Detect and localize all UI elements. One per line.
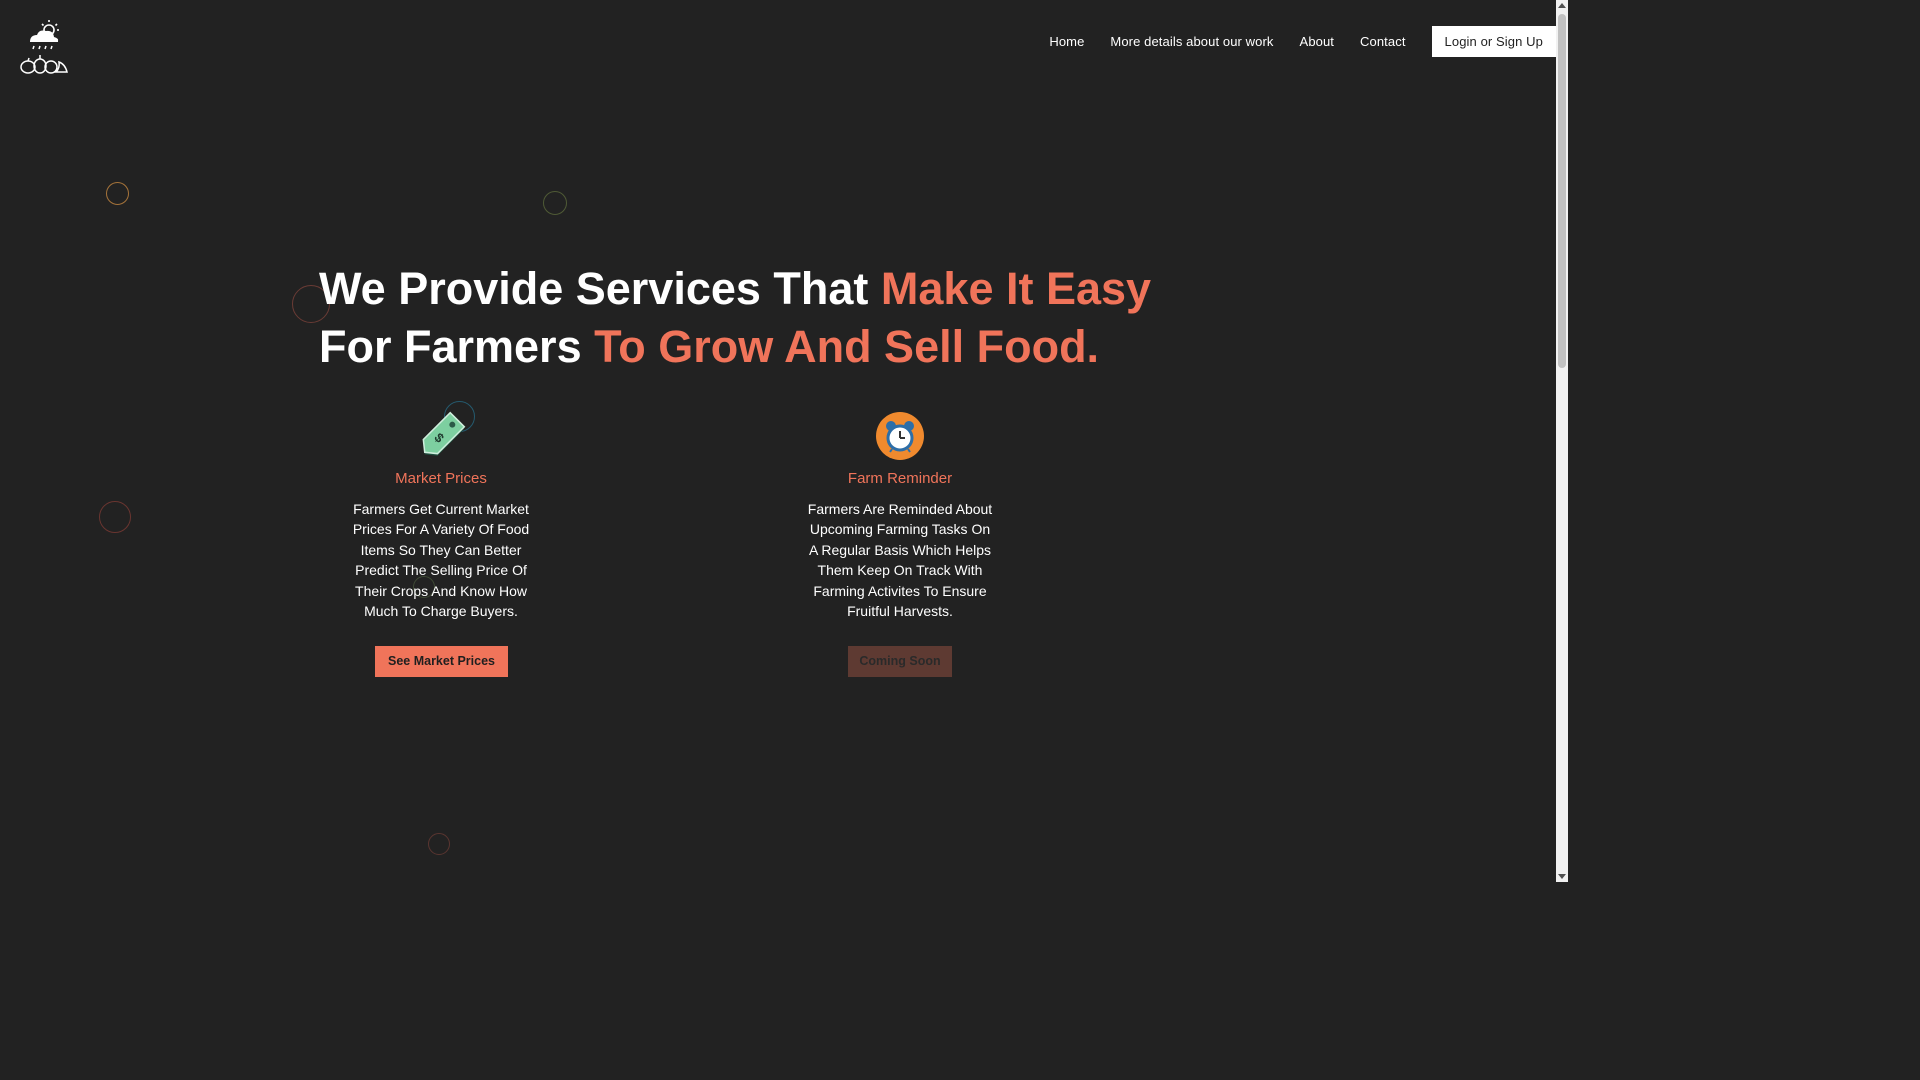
hero-title-accent2: To Grow And Sell Food. <box>594 321 1100 372</box>
decorative-bubble <box>543 191 567 215</box>
service-description: Farmers Are Reminded About Upcoming Farm… <box>807 501 993 620</box>
logo-icon[interactable] <box>18 18 70 76</box>
alarm-clock-icon <box>805 410 995 462</box>
decorative-bubble <box>428 833 450 855</box>
hero-title-part2: For Farmers <box>319 321 595 372</box>
service-title: Market Prices <box>395 470 487 487</box>
scroll-down-icon[interactable] <box>1558 874 1566 879</box>
service-description: Farmers Get Current Market Prices For A … <box>352 501 530 620</box>
service-title: Farm Reminder <box>847 470 953 487</box>
login-signup-button[interactable]: Login or Sign Up <box>1431 26 1556 57</box>
decorative-bubble <box>106 182 129 205</box>
top-nav: Home More details about our work About C… <box>1049 26 1556 57</box>
hero-title-part1: We Provide Services That <box>319 263 881 314</box>
page-scrollbar[interactable] <box>1556 0 1568 882</box>
hero-title: We Provide Services That Make It Easy Fo… <box>319 260 1219 376</box>
nav-home-link[interactable]: Home <box>1049 34 1084 49</box>
service-farm-reminder: Farm Reminder Farmers Are Reminded About… <box>805 410 995 621</box>
scrollbar-thumb[interactable] <box>1558 14 1566 368</box>
scroll-up-icon[interactable] <box>1558 3 1566 8</box>
nav-contact-link[interactable]: Contact <box>1360 34 1406 49</box>
coming-soon-button[interactable]: Coming Soon <box>848 646 952 677</box>
decorative-bubble <box>99 501 131 533</box>
price-tag-icon: $ <box>346 410 536 462</box>
nav-details-link[interactable]: More details about our work <box>1110 34 1273 49</box>
hero-title-accent1: Make It Easy <box>880 263 1152 314</box>
see-market-prices-button[interactable]: See Market Prices <box>375 646 508 677</box>
service-market-prices: $ Market Prices Farmers Get Current Mark… <box>346 410 536 621</box>
nav-about-link[interactable]: About <box>1300 34 1334 49</box>
